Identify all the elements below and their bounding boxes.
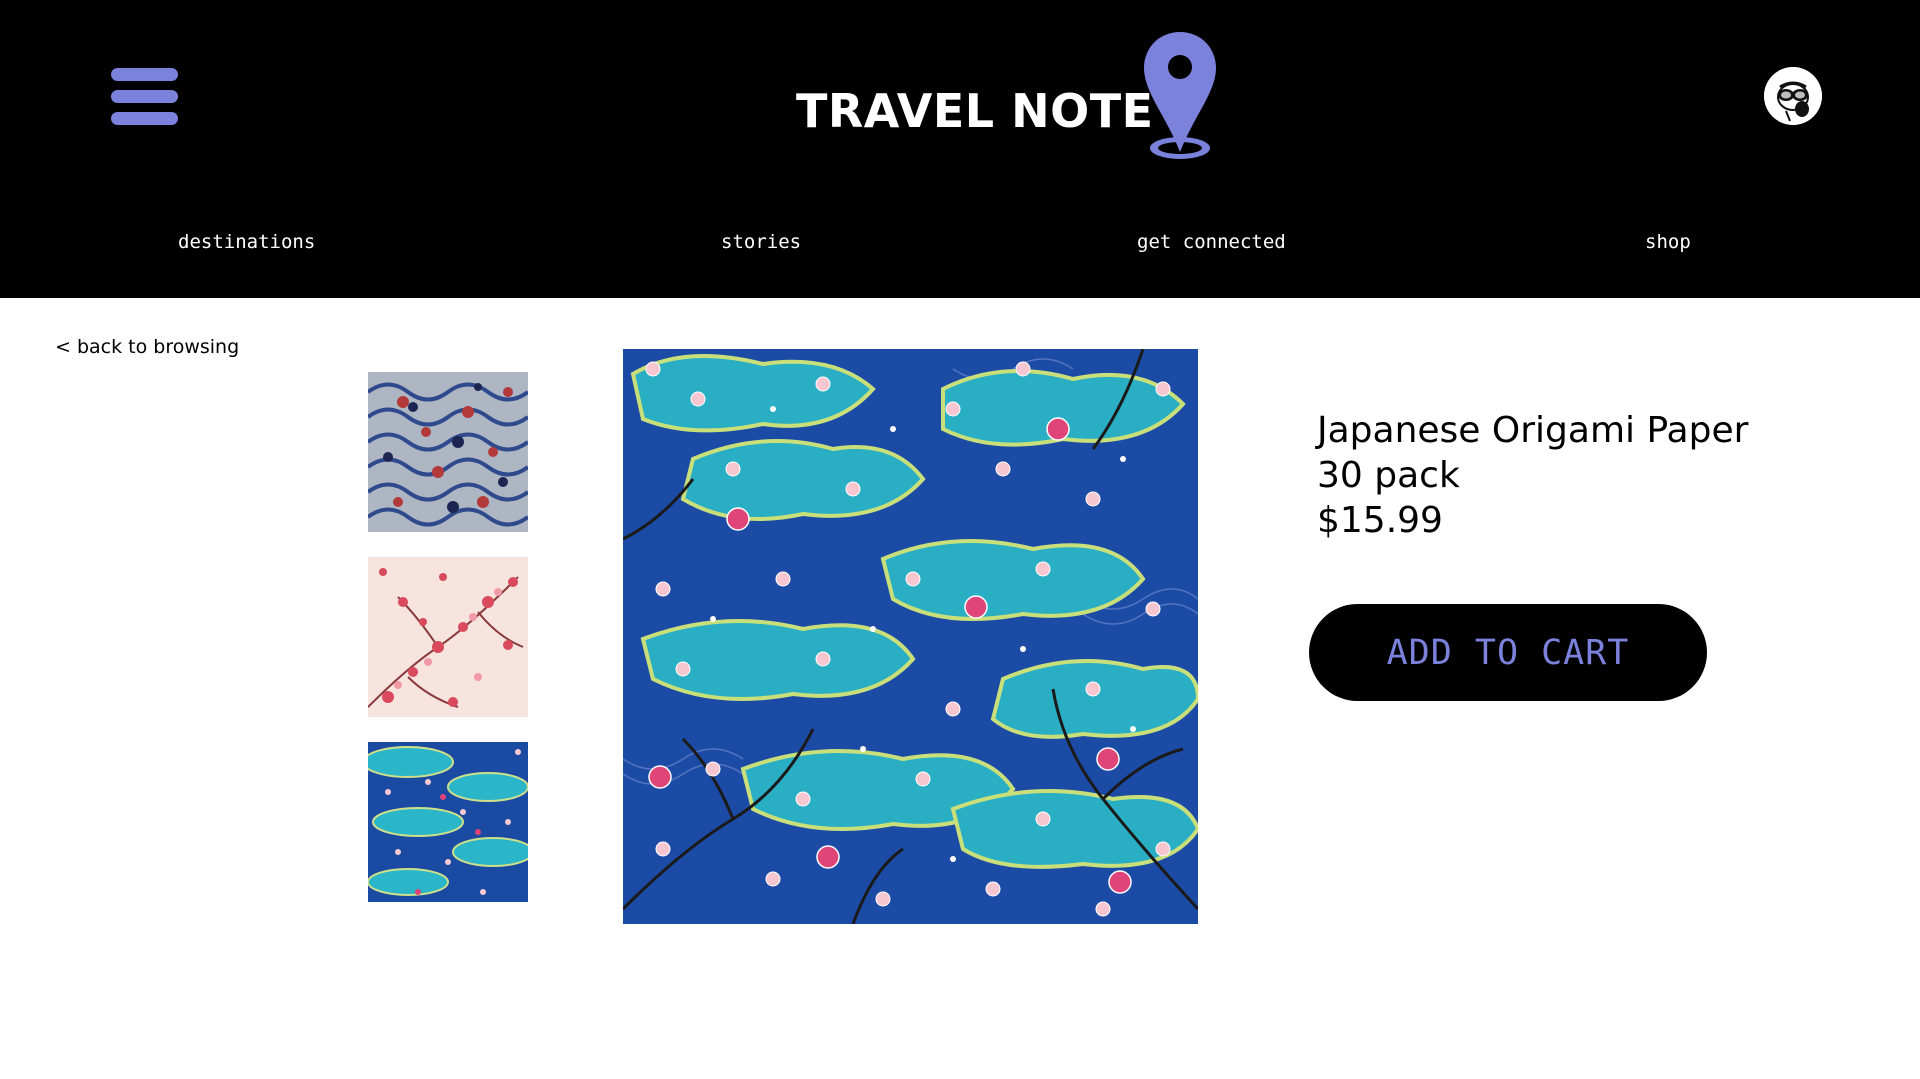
- product-main-image: [623, 349, 1198, 924]
- product-pack-size: 30 pack: [1317, 455, 1460, 496]
- nav-item-get-connected[interactable]: get connected: [1137, 231, 1286, 253]
- map-pin-icon: [1144, 32, 1216, 159]
- product-price: $15.99: [1317, 500, 1443, 541]
- pink-plum-blossom-image: [368, 557, 528, 717]
- thumbnail-teal-clouds-sakura[interactable]: [368, 742, 528, 902]
- hamburger-menu-icon[interactable]: [111, 68, 178, 125]
- add-to-cart-button[interactable]: ADD TO CART: [1309, 604, 1707, 701]
- product-title: Japanese Origami Paper: [1317, 410, 1749, 451]
- profile-avatar-icon[interactable]: [1764, 67, 1822, 125]
- blue-waves-floral-image: [368, 372, 528, 532]
- snoopy-avatar-icon: [1764, 67, 1822, 125]
- back-to-browsing-link[interactable]: < back to browsing: [55, 336, 239, 358]
- teal-clouds-sakura-main-image: [623, 349, 1198, 924]
- nav-item-destinations[interactable]: destinations: [178, 231, 315, 253]
- teal-clouds-sakura-image: [368, 742, 528, 902]
- thumbnail-pink-plum-blossom[interactable]: [368, 557, 528, 717]
- nav-item-shop[interactable]: shop: [1645, 231, 1691, 253]
- nav-item-stories[interactable]: stories: [721, 231, 801, 253]
- product-info: Japanese Origami Paper 30 pack $15.99: [1317, 408, 1837, 543]
- thumbnail-blue-waves-floral[interactable]: [368, 372, 528, 532]
- site-logo[interactable]: TRAVEL NOTE: [796, 30, 1226, 165]
- logo-text: TRAVEL NOTE: [796, 84, 1154, 138]
- site-header: TRAVEL NOTE destinations stories get con…: [0, 0, 1920, 298]
